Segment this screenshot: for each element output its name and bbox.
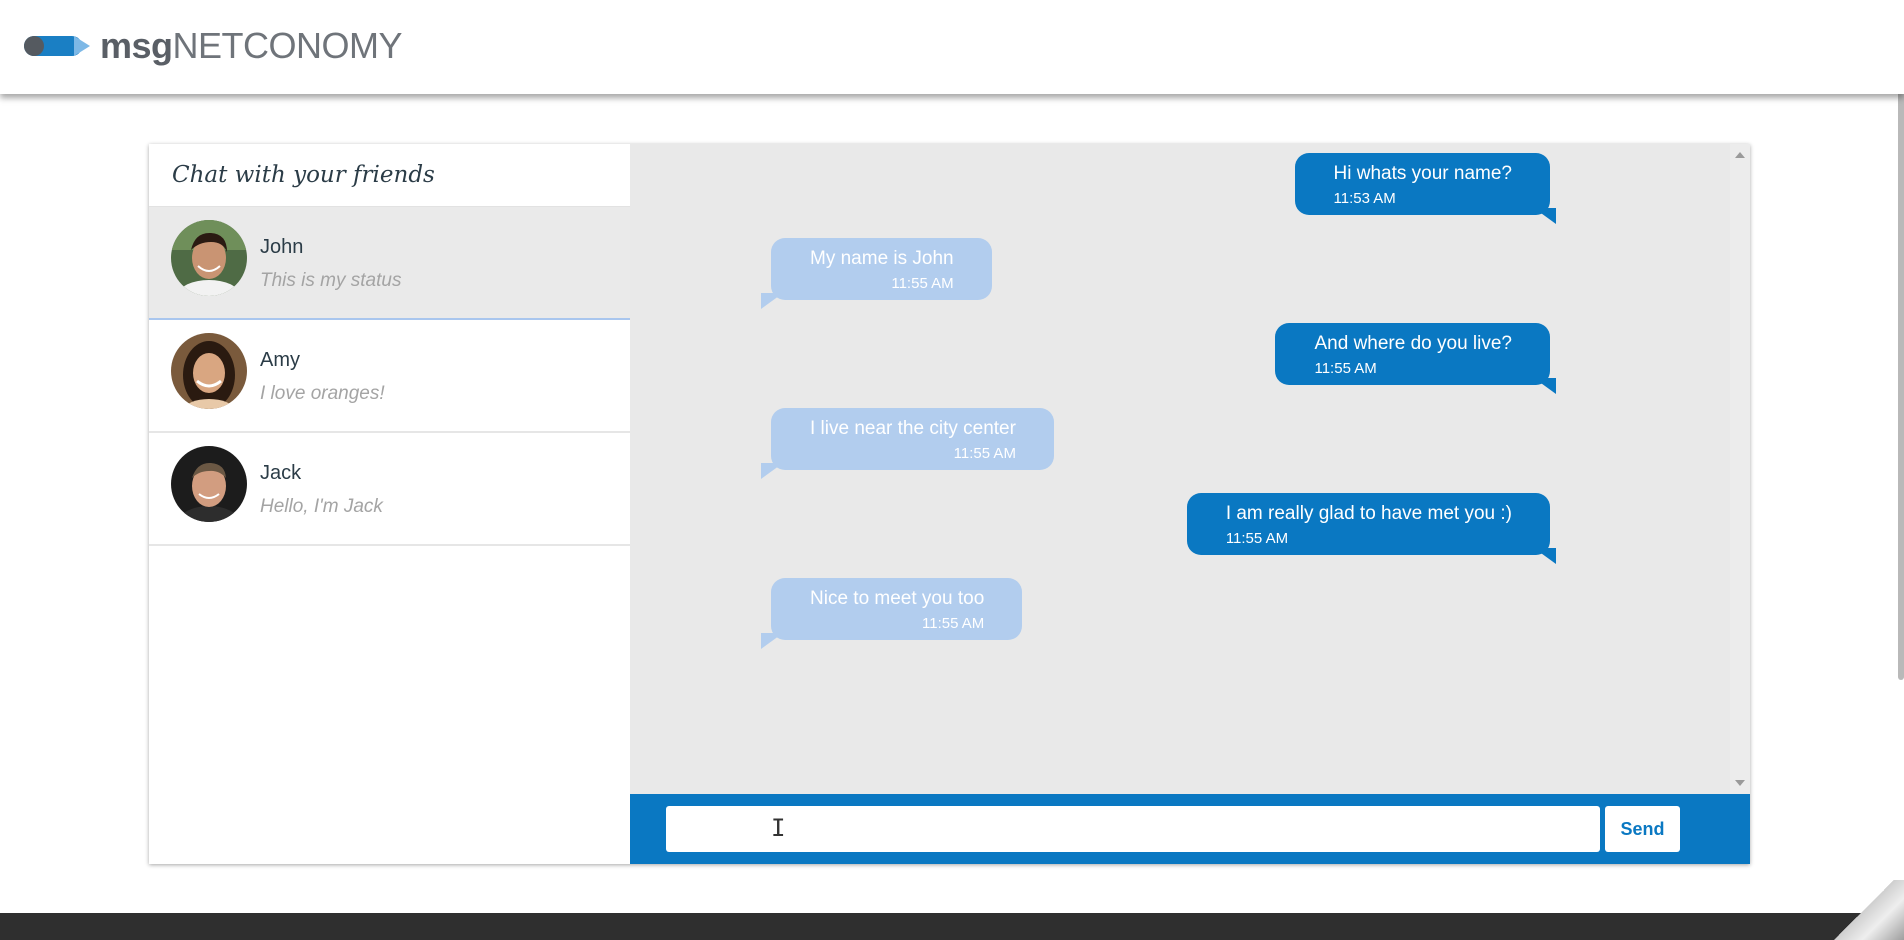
- friend-item-jack[interactable]: Jack Hello, I'm Jack: [149, 433, 630, 546]
- sidebar-title: Chat with your friends: [149, 144, 630, 207]
- chat-panel: Chat with your friends John This is my s…: [149, 144, 1750, 864]
- message-list[interactable]: Hi whats your name? 11:53 AM My name is …: [630, 144, 1730, 794]
- avatar: [171, 220, 247, 296]
- scroll-up-arrow-icon[interactable]: [1735, 152, 1745, 158]
- friend-item-john[interactable]: John This is my status: [149, 207, 630, 320]
- site-header: msgNETCONOMY: [0, 0, 1904, 94]
- message-received: My name is John 11:55 AM: [761, 238, 992, 309]
- conversation-pane: Hi whats your name? 11:53 AM My name is …: [630, 144, 1750, 864]
- message-composer: I Send: [630, 794, 1750, 864]
- message-time: 11:53 AM: [1333, 190, 1396, 207]
- message-text: My name is John: [810, 248, 954, 269]
- friend-status: This is my status: [260, 270, 402, 291]
- messages-scrollbar[interactable]: [1730, 144, 1750, 794]
- logo-text: msgNETCONOMY: [100, 25, 403, 66]
- friends-sidebar: Chat with your friends John This is my s…: [149, 144, 631, 864]
- text-cursor-icon: I: [771, 814, 786, 842]
- page-scrollbar[interactable]: [1898, 0, 1904, 680]
- message-time: 11:55 AM: [1314, 360, 1377, 377]
- friend-name: John: [260, 236, 304, 258]
- message-time: 11:55 AM: [891, 275, 954, 292]
- message-sent: And where do you live? 11:55 AM: [1275, 323, 1556, 394]
- friend-item-amy[interactable]: Amy I love oranges!: [149, 320, 630, 433]
- site-footer: [0, 913, 1904, 940]
- logo-mark-icon: [24, 34, 92, 58]
- friend-name: Amy: [260, 349, 300, 371]
- message-time: 11:55 AM: [1225, 530, 1289, 547]
- message-time: 11:55 AM: [953, 445, 1016, 462]
- page-curl-corner: [1824, 880, 1904, 940]
- scroll-down-arrow-icon[interactable]: [1735, 780, 1745, 786]
- friend-status: I love oranges!: [260, 383, 385, 404]
- message-sent: Hi whats your name? 11:53 AM: [1294, 153, 1557, 224]
- message-text: I live near the city center: [810, 418, 1016, 439]
- message-text: I am really glad to have met you :): [1225, 503, 1512, 524]
- send-button[interactable]: Send: [1605, 806, 1680, 852]
- message-time: 11:55 AM: [922, 615, 985, 632]
- msgnetconomy-logo[interactable]: msgNETCONOMY: [24, 25, 403, 66]
- message-text: Nice to meet you too: [810, 588, 985, 609]
- message-received: Nice to meet you too 11:55 AM: [760, 578, 1023, 649]
- message-input[interactable]: [666, 806, 1600, 852]
- friend-status: Hello, I'm Jack: [260, 496, 383, 517]
- avatar: [171, 333, 247, 409]
- message-text: And where do you live?: [1314, 333, 1512, 354]
- message-text: Hi whats your name?: [1333, 163, 1512, 184]
- avatar: [171, 446, 247, 522]
- message-sent: I am really glad to have met you :) 11:5…: [1186, 493, 1557, 564]
- friend-name: Jack: [260, 462, 302, 484]
- message-received: I live near the city center 11:55 AM: [761, 408, 1054, 479]
